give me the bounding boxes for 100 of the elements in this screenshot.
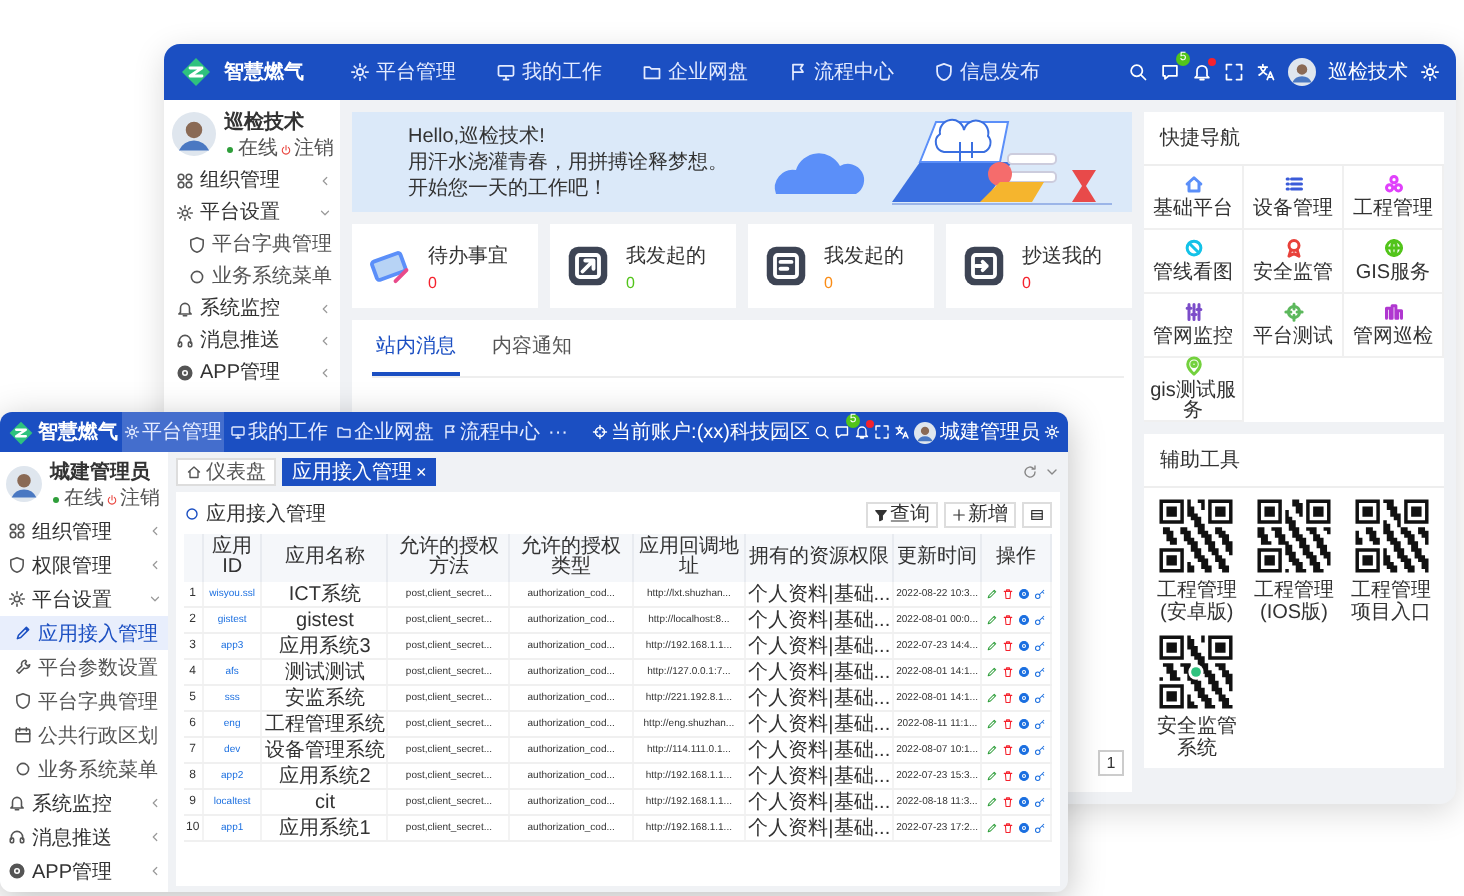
delete-icon[interactable]: [1001, 691, 1014, 704]
nav-menu-item[interactable]: 信息发布: [920, 44, 1054, 100]
sidebar-item[interactable]: APP管理: [0, 854, 168, 888]
avatar-icon[interactable]: [914, 421, 936, 443]
edit-icon[interactable]: [985, 587, 998, 600]
edit-icon[interactable]: [985, 795, 998, 808]
key-icon[interactable]: [1033, 639, 1046, 652]
key-icon[interactable]: [1033, 795, 1046, 808]
edit-icon[interactable]: [985, 743, 998, 756]
tab[interactable]: 内容通知: [488, 320, 576, 376]
delete-icon[interactable]: [1001, 743, 1014, 756]
logout-link[interactable]: 注销: [120, 488, 160, 510]
sidebar-item[interactable]: 消息推送: [164, 324, 340, 356]
refresh-icon[interactable]: [1022, 464, 1038, 480]
sidebar-item[interactable]: 应用接入管理: [0, 616, 168, 650]
edit-icon[interactable]: [985, 691, 998, 704]
bell-icon[interactable]: [1192, 62, 1212, 82]
sidebar-item[interactable]: APP管理: [164, 356, 340, 388]
sidebar-item[interactable]: 消息推送: [0, 820, 168, 854]
stat-card[interactable]: 我发起的 0: [550, 224, 736, 308]
sidebar-item[interactable]: 组织管理: [0, 514, 168, 548]
delete-icon[interactable]: [1001, 769, 1014, 782]
more-menu[interactable]: ···: [546, 412, 570, 452]
search-icon[interactable]: [1128, 62, 1148, 82]
bell-icon[interactable]: [854, 424, 870, 440]
quick-nav-item[interactable]: 管网巡检: [1344, 294, 1444, 358]
sidebar-item[interactable]: 权限管理: [0, 548, 168, 582]
edit-icon[interactable]: [985, 717, 998, 730]
quick-nav-item[interactable]: 管线看图: [1144, 230, 1244, 294]
quick-nav-item[interactable]: gis测试服务: [1144, 358, 1244, 422]
edit-icon[interactable]: [985, 769, 998, 782]
key-icon[interactable]: [1033, 691, 1046, 704]
delete-icon[interactable]: [1001, 821, 1014, 834]
stat-card[interactable]: 我发起的 0: [748, 224, 934, 308]
sidebar-item[interactable]: 业务系统菜单: [164, 260, 340, 292]
stat-card[interactable]: 抄送我的 0: [946, 224, 1132, 308]
quick-nav-item[interactable]: 工程管理: [1344, 166, 1444, 230]
key-icon[interactable]: [1033, 821, 1046, 834]
sidebar-item[interactable]: 系统监控: [164, 292, 340, 324]
delete-icon[interactable]: [1001, 665, 1014, 678]
toolbar-button[interactable]: 新增: [944, 501, 1016, 527]
sidebar-item[interactable]: 公共行政区划: [0, 718, 168, 752]
sidebar-item[interactable]: 平台字典管理: [0, 684, 168, 718]
edit-icon[interactable]: [985, 613, 998, 626]
sidebar-item[interactable]: 业务系统菜单: [0, 752, 168, 786]
sidebar-item[interactable]: 系统监控: [0, 786, 168, 820]
nav-menu-item[interactable]: 流程中心: [774, 44, 908, 100]
sidebar-item[interactable]: 平台设置: [0, 582, 168, 616]
sidebar-item[interactable]: 平台字典管理: [164, 228, 340, 260]
nav-menu-item[interactable]: 我的工作: [482, 44, 616, 100]
nav-menu-item[interactable]: 我的工作: [228, 412, 330, 452]
tab[interactable]: 应用接入管理 ×: [282, 458, 437, 486]
toolbar-button[interactable]: 查询: [866, 501, 938, 527]
fullscreen-icon[interactable]: [1224, 62, 1244, 82]
sidebar-item[interactable]: 组织管理: [164, 164, 340, 196]
key-icon[interactable]: [1033, 743, 1046, 756]
quick-nav-item[interactable]: 管网监控: [1144, 294, 1244, 358]
columns-button[interactable]: [1022, 501, 1052, 527]
user-name[interactable]: 城建管理员: [940, 418, 1040, 446]
tab[interactable]: 站内消息: [372, 320, 460, 376]
translate-icon[interactable]: [1256, 62, 1276, 82]
close-button[interactable]: ×: [416, 463, 427, 481]
quick-nav-item[interactable]: 基础平台: [1144, 166, 1244, 230]
edit-icon[interactable]: [985, 639, 998, 652]
key-icon[interactable]: [1033, 665, 1046, 678]
delete-icon[interactable]: [1001, 717, 1014, 730]
nav-menu-item[interactable]: 平台管理: [122, 412, 224, 452]
quick-nav-item[interactable]: 平台测试: [1244, 294, 1344, 358]
nav-menu-item[interactable]: 企业网盘: [334, 412, 436, 452]
tab[interactable]: 仪表盘: [176, 458, 276, 486]
delete-icon[interactable]: [1001, 587, 1014, 600]
quick-nav-item[interactable]: 设备管理: [1244, 166, 1344, 230]
quick-nav-item[interactable]: 安全监管: [1244, 230, 1344, 294]
quick-nav-item[interactable]: GIS服务: [1344, 230, 1444, 294]
power-icon[interactable]: [106, 493, 118, 505]
nav-menu-item[interactable]: 企业网盘: [628, 44, 762, 100]
logout-link[interactable]: 注销: [294, 138, 334, 160]
nav-menu-item[interactable]: 流程中心: [440, 412, 542, 452]
key-icon[interactable]: [1033, 769, 1046, 782]
power-icon[interactable]: [280, 143, 292, 155]
chat-icon[interactable]: [1160, 62, 1180, 82]
chevron-down-icon[interactable]: [1044, 464, 1060, 480]
page-button[interactable]: 1: [1098, 750, 1124, 776]
key-icon[interactable]: [1033, 717, 1046, 730]
delete-icon[interactable]: [1001, 795, 1014, 808]
delete-icon[interactable]: [1001, 639, 1014, 652]
key-icon[interactable]: [1033, 613, 1046, 626]
delete-icon[interactable]: [1001, 613, 1014, 626]
sidebar-item[interactable]: 平台设置: [164, 196, 340, 228]
nav-menu-item[interactable]: 平台管理: [336, 44, 470, 100]
fullscreen-icon[interactable]: [874, 424, 890, 440]
chat-icon[interactable]: [834, 424, 850, 440]
key-icon[interactable]: [1033, 587, 1046, 600]
avatar-icon[interactable]: [1288, 58, 1316, 86]
search-icon[interactable]: [814, 424, 830, 440]
translate-icon[interactable]: [894, 424, 910, 440]
sidebar-item[interactable]: 平台参数设置: [0, 650, 168, 684]
stat-card[interactable]: 待办事宜 0: [352, 224, 538, 308]
user-name[interactable]: 巡检技术: [1328, 58, 1408, 86]
edit-icon[interactable]: [985, 821, 998, 834]
